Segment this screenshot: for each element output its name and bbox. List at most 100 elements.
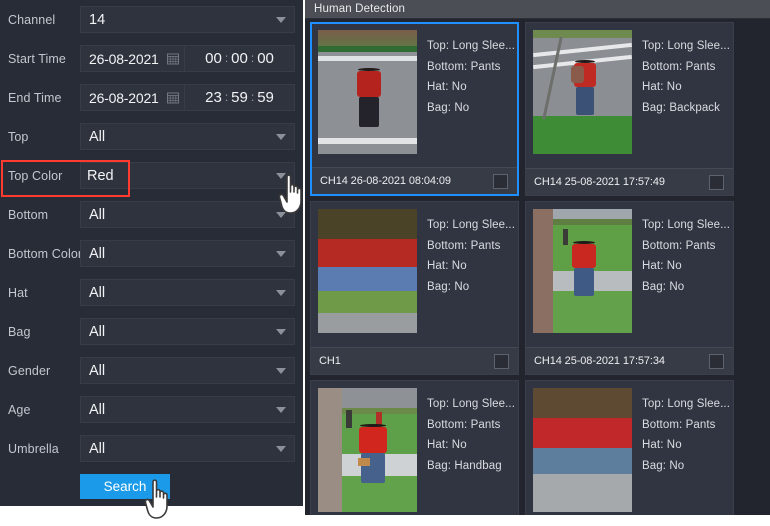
select-field-top[interactable]: All (80, 123, 295, 150)
time-separator: : (250, 50, 255, 65)
select-checkbox[interactable] (494, 353, 509, 369)
attribute-top: Top: Long Slee... (642, 219, 731, 231)
channel-timestamp: CH14 26-08-2021 08:04:09 (320, 175, 451, 187)
card-footer: CH14 25-08-2021 17:57:49 (526, 168, 733, 195)
select-value: All (89, 440, 106, 457)
select-checkbox[interactable] (493, 173, 508, 189)
detection-thumbnail[interactable] (533, 209, 632, 333)
attribute-list: Top: Long Slee... Bottom: Pants Hat: No Bag… (417, 30, 517, 168)
time-m: 00 (231, 50, 248, 67)
chevron-down-icon[interactable] (276, 211, 286, 218)
attribute-bottom: Bottom: Pants (427, 239, 501, 252)
select-field-hat[interactable]: All (80, 279, 295, 306)
attribute-top: Top: Long Slee... (427, 219, 516, 231)
select-field-gender[interactable]: All (80, 357, 295, 384)
attribute-top: Top: Long Slee... (427, 40, 516, 52)
date-input[interactable]: 26-08-2021 (81, 46, 185, 71)
detection-thumbnail[interactable] (533, 30, 632, 154)
filter-row-end-time: End Time 26-08-2021 23:59:59 (0, 78, 303, 117)
time-h: 23 (205, 89, 222, 106)
date-value: 26-08-2021 (89, 89, 159, 106)
time-input[interactable]: 00:00:00 (185, 50, 294, 67)
attribute-bag: Bag: No (427, 280, 470, 293)
filter-row-channel: Channel 14 (0, 0, 303, 39)
attribute-hat: Hat: No (642, 439, 682, 451)
datetime-field-end-time[interactable]: 26-08-2021 23:59:59 (80, 84, 295, 111)
attribute-bottom: Bottom: Pants (427, 418, 501, 431)
attribute-top: Top: Long Slee... (427, 398, 516, 410)
filter-row-bottom: Bottom All (0, 195, 303, 234)
attribute-list: Top: Long Slee... Bottom: Pants Hat: No Bag… (417, 209, 518, 346)
attribute-hat: Hat: No (427, 439, 467, 451)
filter-label-end-time: End Time (8, 90, 62, 105)
results-panel: Human Detection Top: Long Slee... Bottom:… (305, 0, 770, 515)
attribute-bottom: Bottom: Pants (427, 60, 501, 73)
detection-result-card[interactable]: Top: Long Slee... Bottom: Pants Hat: No Bag… (310, 201, 519, 375)
card-body: Top: Long Slee... Bottom: Pants Hat: No Bag… (311, 202, 518, 346)
detection-result-card[interactable]: Top: Long Slee... Bottom: Pants Hat: No Bag… (525, 201, 734, 375)
filter-row-bag: Bag All (0, 312, 303, 351)
card-footer: CH1 (311, 347, 518, 374)
detection-thumbnail[interactable] (318, 388, 417, 512)
select-value: All (89, 401, 106, 418)
attribute-bottom: Bottom: Pants (642, 60, 716, 73)
attribute-bag: Bag: No (642, 459, 685, 472)
select-field-bottom[interactable]: All (80, 201, 295, 228)
calendar-icon[interactable] (167, 92, 179, 104)
chevron-down-icon[interactable] (276, 289, 286, 296)
chevron-down-icon[interactable] (276, 445, 286, 452)
search-button[interactable]: Search (80, 474, 170, 499)
select-field-age[interactable]: All (80, 396, 295, 423)
chevron-down-icon[interactable] (276, 16, 286, 23)
select-value: All (89, 206, 106, 223)
time-m: 59 (231, 89, 248, 106)
datetime-field-start-time[interactable]: 26-08-2021 00:00:00 (80, 45, 295, 72)
time-h: 00 (205, 50, 222, 67)
filter-label-umbrella: Umbrella (8, 441, 59, 456)
detection-results-grid: Top: Long Slee... Bottom: Pants Hat: No Bag… (310, 22, 770, 515)
attribute-hat: Hat: No (427, 81, 467, 93)
detection-result-card[interactable]: Top: Long Slee... Bottom: Pants Hat: No Bag… (525, 22, 734, 196)
thumbnail-image (318, 388, 417, 512)
detection-thumbnail[interactable] (318, 30, 417, 154)
select-checkbox[interactable] (709, 353, 724, 369)
attribute-top: Top: Long Slee... (642, 398, 731, 410)
detection-result-card[interactable]: Top: Long Slee... Bottom: Pants Hat: No Bag… (310, 380, 519, 515)
detection-result-card[interactable]: Top: Long Slee... Bottom: Pants Hat: No Bag… (310, 22, 519, 196)
filter-label-gender: Gender (8, 363, 51, 378)
card-body: Top: Long Slee... Bottom: Pants Hat: No Bag… (311, 381, 518, 515)
chevron-down-icon[interactable] (276, 406, 286, 413)
chevron-down-icon[interactable] (276, 250, 286, 257)
chevron-down-icon[interactable] (276, 328, 286, 335)
filter-row-start-time: Start Time 26-08-2021 00:00:00 (0, 39, 303, 78)
attribute-bag: Bag: No (427, 101, 470, 114)
attribute-list: Top: Long Slee... Bottom: Pants Hat: No Bag… (417, 388, 518, 515)
results-header-tab[interactable]: Human Detection (305, 0, 770, 19)
filter-row-age: Age All (0, 390, 303, 429)
channel-timestamp: CH14 25-08-2021 17:57:34 (534, 355, 665, 367)
select-field-top-color[interactable]: Red (80, 162, 295, 189)
chevron-down-icon[interactable] (276, 133, 286, 140)
detection-result-card[interactable]: Top: Long Slee... Bottom: Pants Hat: No Bag… (525, 380, 734, 515)
select-field-bottom-color[interactable]: All (80, 240, 295, 267)
time-s: 00 (257, 50, 274, 67)
attribute-list: Top: Long Slee... Bottom: Pants Hat: No Bag… (632, 30, 733, 167)
date-input[interactable]: 26-08-2021 (81, 85, 185, 110)
attribute-top: Top: Long Slee... (642, 40, 731, 52)
card-body: Top: Long Slee... Bottom: Pants Hat: No Bag… (526, 381, 733, 515)
attribute-bag: Bag: No (642, 280, 685, 293)
attribute-list: Top: Long Slee... Bottom: Pants Hat: No Bag… (632, 388, 733, 515)
card-body: Top: Long Slee... Bottom: Pants Hat: No Bag… (526, 23, 733, 167)
select-checkbox[interactable] (709, 174, 724, 190)
select-value: All (89, 323, 106, 340)
calendar-icon[interactable] (167, 53, 179, 65)
detection-thumbnail[interactable] (318, 209, 417, 333)
chevron-down-icon[interactable] (276, 367, 286, 374)
detection-thumbnail[interactable] (533, 388, 632, 512)
chevron-down-icon[interactable] (276, 172, 286, 179)
time-input[interactable]: 23:59:59 (185, 89, 294, 106)
select-field-umbrella[interactable]: All (80, 435, 295, 462)
select-field-channel[interactable]: 14 (80, 6, 295, 33)
results-header-title: Human Detection (314, 3, 406, 15)
select-field-bag[interactable]: All (80, 318, 295, 345)
